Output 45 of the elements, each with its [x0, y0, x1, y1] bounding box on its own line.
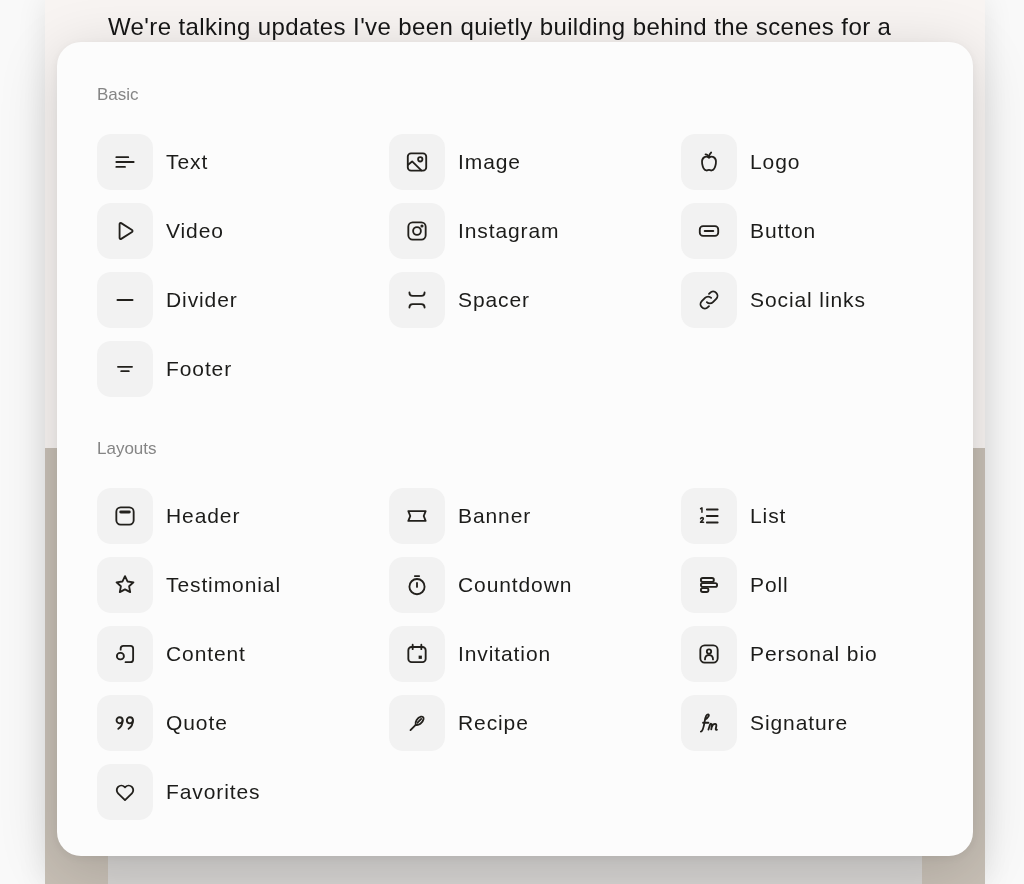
block-menu-item[interactable]: Quote	[97, 695, 228, 751]
block-menu-item[interactable]: Poll	[681, 557, 789, 613]
quote-icon	[97, 695, 153, 751]
block-menu-item[interactable]: Banner	[389, 488, 532, 544]
block-menu-item[interactable]: Image	[389, 134, 521, 190]
block-menu-item[interactable]: Personal bio	[681, 626, 878, 682]
brackets-icon	[389, 272, 445, 328]
block-menu-item[interactable]: Testimonial	[97, 557, 281, 613]
ribbon-icon	[389, 488, 445, 544]
numbered-list-icon	[681, 488, 737, 544]
text-lines-icon	[97, 134, 153, 190]
window-icon	[97, 488, 153, 544]
whisk-icon	[389, 695, 445, 751]
block-menu-item[interactable]: Divider	[97, 272, 238, 328]
block-menu-item[interactable]: Countdown	[389, 557, 573, 613]
section-heading: Basic	[97, 85, 139, 105]
block-menu-item[interactable]: Recipe	[389, 695, 529, 751]
block-menu-item[interactable]: Instagram	[389, 203, 560, 259]
block-menu-item[interactable]: Header	[97, 488, 241, 544]
image-icon	[389, 134, 445, 190]
stopwatch-icon	[389, 557, 445, 613]
body-text: We're talking updates I've been quietly building behind the scenes for a	[108, 13, 892, 40]
play-icon	[97, 203, 153, 259]
block-menu-item[interactable]: Footer	[97, 341, 233, 397]
block-menu-item[interactable]: Content	[97, 626, 246, 682]
apple-icon	[681, 134, 737, 190]
block-menu-item[interactable]: Favorites	[97, 764, 261, 820]
block-menu-item[interactable]: Video	[97, 203, 224, 259]
block-menu-item[interactable]: Invitation	[389, 626, 552, 682]
profile-icon	[681, 626, 737, 682]
bars-icon	[681, 557, 737, 613]
block-menu-item[interactable]: Text	[97, 134, 209, 190]
calendar-icon	[389, 626, 445, 682]
block-menu-item[interactable]: Button	[681, 203, 817, 259]
signature-icon	[681, 695, 737, 751]
pill-icon	[681, 203, 737, 259]
block-menu-item[interactable]: Signature	[681, 695, 848, 751]
centered-lines-icon	[97, 341, 153, 397]
camera-icon	[389, 203, 445, 259]
block-menu-item[interactable]: List	[681, 488, 787, 544]
block-menu-item[interactable]: Logo	[681, 134, 801, 190]
block-menu-item[interactable]: Social links	[681, 272, 866, 328]
block-menu-item[interactable]: Spacer	[389, 272, 530, 328]
section-heading: Layouts	[97, 439, 157, 459]
link-icon	[681, 272, 737, 328]
